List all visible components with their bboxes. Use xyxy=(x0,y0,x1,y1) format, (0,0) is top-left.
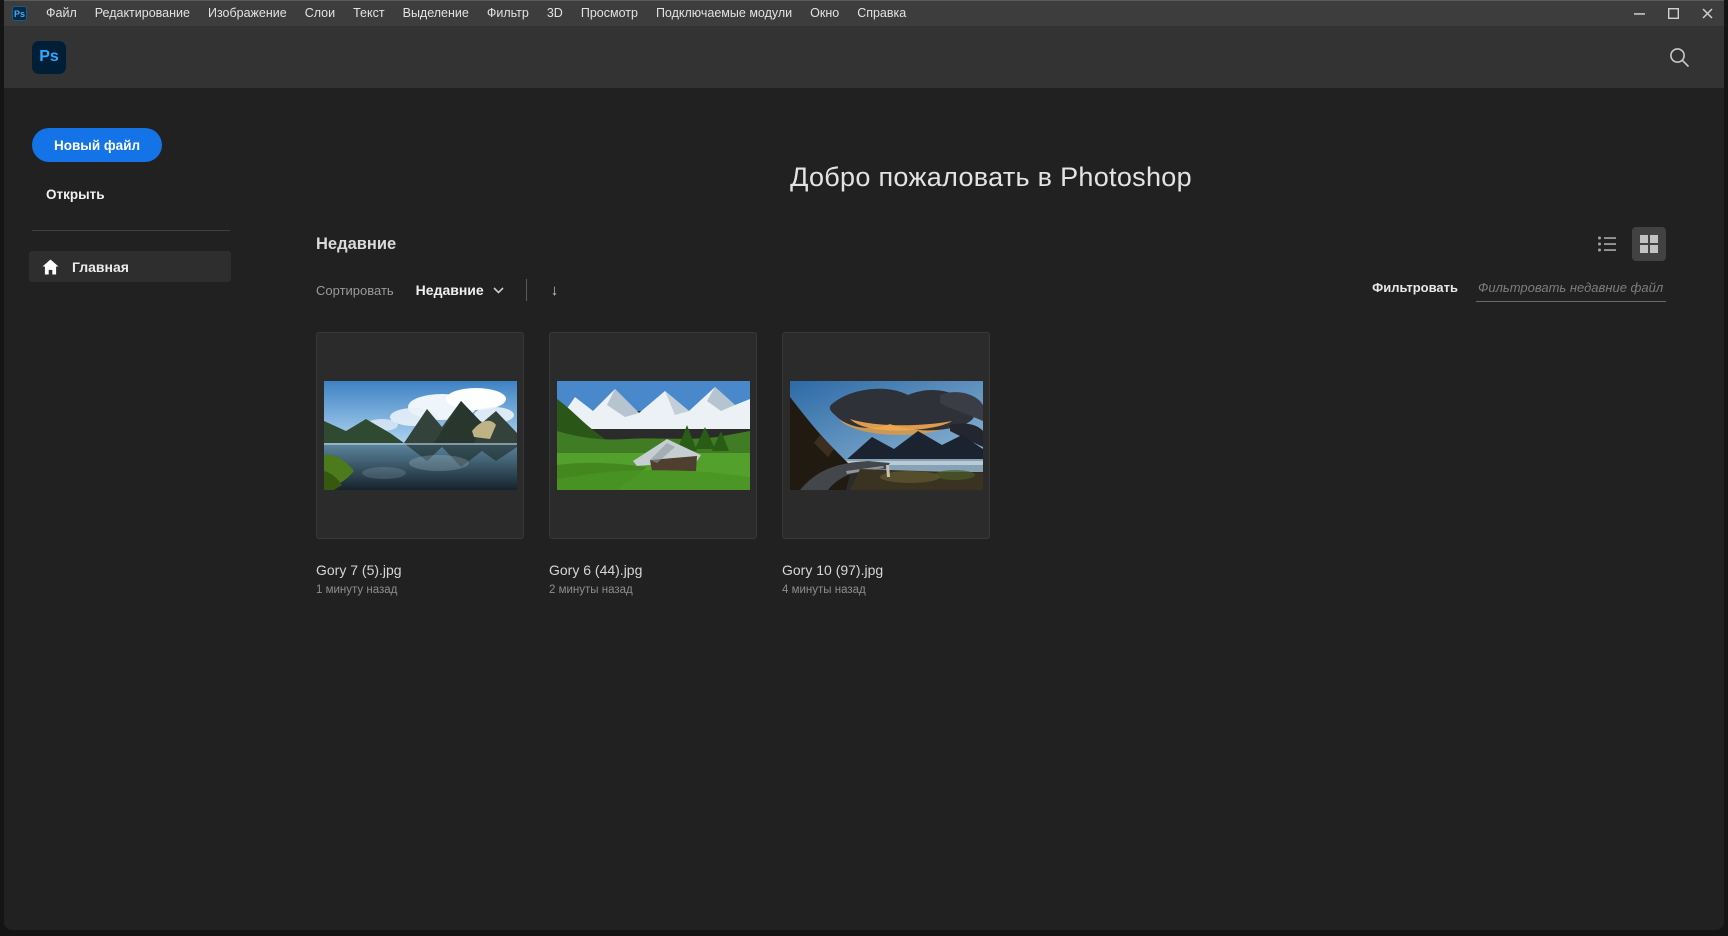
app-icon-text: Ps xyxy=(13,8,25,19)
sidebar-divider xyxy=(32,230,230,231)
sort-filter-row: Сортировать Недавние ↓ Фильтровать xyxy=(316,278,1666,302)
minimize-button[interactable] xyxy=(1622,1,1656,26)
menu-image[interactable]: Изображение xyxy=(199,1,296,26)
arrow-down-icon: ↓ xyxy=(550,281,559,299)
welcome-title: Добро пожаловать в Photoshop xyxy=(790,162,1192,192)
chevron-down-icon xyxy=(493,286,504,294)
main-area: Добро пожаловать в Photoshop Недавние Со… xyxy=(256,88,1724,929)
sort-dropdown[interactable]: Недавние xyxy=(416,282,504,298)
photoshop-window: Ps Файл Редактирование Изображение Слои Текс… xyxy=(4,0,1724,930)
view-toggles xyxy=(1590,227,1666,261)
grid-view-button[interactable] xyxy=(1632,227,1666,261)
thumbnail-alpine-meadow-barn-photo[interactable] xyxy=(549,332,757,539)
file-modified-time: 4 минуты назад xyxy=(782,584,866,596)
content-area: Новый файл Открыть Главная Добро пожалов… xyxy=(4,88,1724,929)
photoshop-logo-icon: Ps xyxy=(32,40,66,74)
sort-label: Сортировать xyxy=(316,282,394,298)
menu-help[interactable]: Справка xyxy=(848,1,915,26)
menu-file[interactable]: Файл xyxy=(37,1,86,26)
open-button[interactable]: Открыть xyxy=(46,187,105,202)
vertical-divider xyxy=(525,279,527,301)
menu-filter[interactable]: Фильтр xyxy=(478,1,538,26)
photoshop-logo-text: Ps xyxy=(39,48,59,65)
file-name: Gory 10 (97).jpg xyxy=(782,562,884,578)
file-modified-time: 1 минуту назад xyxy=(316,584,398,596)
sidebar-item-home[interactable]: Главная xyxy=(29,251,231,282)
recent-files-grid: Gory 7 (5).jpg 1 минуту назад Gory 6 (44).… xyxy=(316,332,1666,596)
window-controls xyxy=(1622,1,1724,26)
filter-label: Фильтровать xyxy=(1372,280,1458,295)
thumbnail-mountain-lake-photo[interactable] xyxy=(316,332,524,539)
file-modified-time: 2 минуты назад xyxy=(549,584,633,596)
search-icon xyxy=(1669,47,1689,67)
menu-3d[interactable]: 3D xyxy=(538,1,572,26)
app-header: Ps xyxy=(4,26,1724,88)
sidebar: Новый файл Открыть Главная xyxy=(4,88,256,929)
filter-input[interactable] xyxy=(1476,278,1666,302)
recent-file-card[interactable]: Gory 10 (97).jpg 4 минуты назад xyxy=(782,332,990,596)
minimize-icon xyxy=(1633,13,1645,15)
menu-edit[interactable]: Редактирование xyxy=(86,1,199,26)
menu-window[interactable]: Окно xyxy=(801,1,848,26)
titlebar[interactable]: Ps Файл Редактирование Изображение Слои Текс… xyxy=(4,0,1724,26)
menu-view[interactable]: Просмотр xyxy=(572,1,647,26)
list-view-icon xyxy=(1598,236,1616,252)
thumbnail-sunset-clouds-road-lake-photo[interactable] xyxy=(782,332,990,539)
search-button[interactable] xyxy=(1664,42,1694,72)
menu-select[interactable]: Выделение xyxy=(394,1,478,26)
menu-layers[interactable]: Слои xyxy=(296,1,344,26)
grid-view-icon xyxy=(1640,235,1658,253)
menubar: Файл Редактирование Изображение Слои Текст Вы… xyxy=(37,1,915,26)
recent-section-title: Недавние xyxy=(316,234,397,253)
file-name: Gory 7 (5).jpg xyxy=(316,562,402,578)
recent-file-card[interactable]: Gory 6 (44).jpg 2 минуты назад xyxy=(549,332,757,596)
menu-type[interactable]: Текст xyxy=(344,1,393,26)
maximize-button[interactable] xyxy=(1656,1,1690,26)
list-view-button[interactable] xyxy=(1590,227,1624,261)
maximize-icon xyxy=(1667,8,1679,19)
sort-direction-button[interactable]: ↓ xyxy=(551,282,559,299)
close-icon xyxy=(1701,8,1713,19)
home-icon xyxy=(42,259,59,274)
sidebar-item-home-label: Главная xyxy=(72,258,129,275)
filter-group: Фильтровать xyxy=(1372,278,1666,302)
close-button[interactable] xyxy=(1690,1,1724,26)
app-icon: Ps xyxy=(12,6,27,21)
menu-plugins[interactable]: Подключаемые модули xyxy=(647,1,801,26)
recent-file-card[interactable]: Gory 7 (5).jpg 1 минуту назад xyxy=(316,332,524,596)
file-name: Gory 6 (44).jpg xyxy=(549,562,643,578)
recent-section-header: Недавние xyxy=(316,227,1666,261)
sort-dropdown-value: Недавние xyxy=(415,282,484,298)
new-file-button[interactable]: Новый файл xyxy=(32,128,163,162)
